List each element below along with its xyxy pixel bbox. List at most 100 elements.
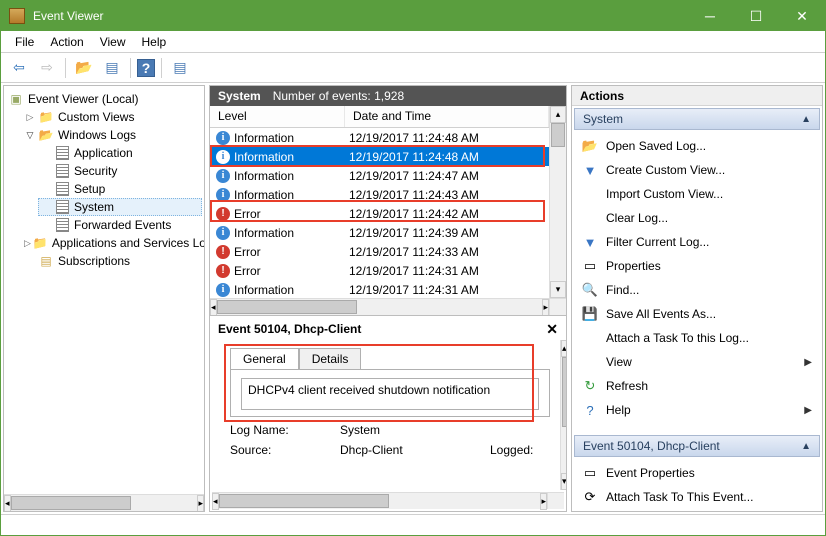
tree-apps-services[interactable]: ▷ 📁 Applications and Services Lo (22, 234, 202, 252)
event-row[interactable]: iInformation12/19/2017 11:24:31 AM (210, 280, 549, 298)
tree-root[interactable]: ▣ Event Viewer (Local) (6, 90, 202, 108)
menu-view[interactable]: View (92, 33, 134, 51)
collapse-icon[interactable]: ▽ (24, 129, 36, 141)
column-level[interactable]: Level (210, 106, 345, 127)
actions-group-label: System (583, 112, 623, 126)
actions-group-system[interactable]: System ▲ (574, 108, 820, 130)
event-row[interactable]: !Error12/19/2017 11:24:31 AM (210, 261, 549, 280)
tree-label: Applications and Services Lo (52, 236, 204, 250)
maximize-button[interactable]: ☐ (733, 1, 779, 31)
event-level: Error (234, 264, 261, 278)
actions-group-event[interactable]: Event 50104, Dhcp-Client ▲ (574, 435, 820, 457)
back-button[interactable]: ⇦ (7, 57, 31, 79)
source-label: Source: (230, 443, 340, 457)
tab-general[interactable]: General (230, 348, 299, 369)
detail-hscroll[interactable]: ◂ ▸ (212, 492, 564, 509)
event-row[interactable]: iInformation12/19/2017 11:24:48 AM (210, 128, 549, 147)
scroll-down-button[interactable]: ▾ (561, 473, 567, 490)
event-datetime: 12/19/2017 11:24:47 AM (349, 169, 549, 183)
events-columns: Level Date and Time (210, 106, 549, 128)
app-icon (9, 8, 25, 24)
chevron-up-icon: ▲ (801, 441, 811, 452)
action-icon: ↻ (582, 378, 598, 394)
action-item[interactable]: ⟳Attach Task To This Event... (574, 485, 820, 509)
action-item[interactable]: ?Help▶ (574, 398, 820, 422)
tree[interactable]: ▣ Event Viewer (Local) ▷ 📁 Custom Views … (4, 86, 204, 494)
menu-file[interactable]: File (7, 33, 42, 51)
expand-icon[interactable]: ▷ (24, 111, 36, 123)
action-item[interactable]: 🔍Find... (574, 278, 820, 302)
action-icon (582, 186, 598, 202)
event-row[interactable]: iInformation12/19/2017 11:24:47 AM (210, 166, 549, 185)
window-title: Event Viewer (33, 9, 687, 23)
status-bar (1, 515, 825, 535)
tree-label: Setup (74, 182, 105, 196)
tab-details[interactable]: Details (299, 348, 362, 369)
tree-windows-logs[interactable]: ▽ 📂 Windows Logs (22, 126, 202, 144)
minimize-button[interactable]: ─ (687, 1, 733, 31)
tree-label: Custom Views (58, 110, 134, 124)
action-icon (582, 354, 598, 370)
events-header: System Number of events: 1,928 (210, 86, 566, 106)
open-button[interactable]: 📂 (72, 57, 96, 79)
event-row[interactable]: !Error12/19/2017 11:24:42 AM (210, 204, 549, 223)
menu-help[interactable]: Help (134, 33, 175, 51)
menu-action[interactable]: Action (42, 33, 91, 51)
action-label: Create Custom View... (606, 163, 725, 177)
event-row[interactable]: iInformation12/19/2017 11:24:43 AM (210, 185, 549, 204)
folder-icon: 📁 (33, 236, 48, 250)
detail-vscroll[interactable]: ▴ ▾ (560, 340, 567, 490)
detail-close-button[interactable]: ✕ (546, 321, 558, 338)
props-button[interactable]: ▤ (100, 57, 124, 79)
action-item[interactable]: ▼Filter Current Log... (574, 230, 820, 254)
event-row[interactable]: iInformation12/19/2017 11:24:48 AM (210, 147, 549, 166)
event-datetime: 12/19/2017 11:24:48 AM (349, 150, 549, 164)
tree-subscriptions[interactable]: ▤ Subscriptions (22, 252, 202, 270)
tree-label: Security (74, 164, 117, 178)
action-item[interactable]: View▶ (574, 350, 820, 374)
event-datetime: 12/19/2017 11:24:39 AM (349, 226, 549, 240)
tree-application[interactable]: Application (38, 144, 202, 162)
scroll-right-button[interactable]: ▸ (197, 495, 204, 512)
forward-button[interactable]: ⇨ (35, 57, 59, 79)
info-icon: i (216, 188, 230, 202)
tree-system[interactable]: System (38, 198, 202, 216)
logged-label: Logged: (490, 443, 550, 457)
event-row[interactable]: !Error12/19/2017 11:24:33 AM (210, 242, 549, 261)
action-item[interactable]: Clear Log... (574, 206, 820, 230)
log-icon (54, 218, 70, 232)
event-level: Information (234, 226, 294, 240)
column-date[interactable]: Date and Time (345, 106, 549, 127)
field-source: Source: Dhcp-Client Logged: (230, 443, 550, 457)
scroll-up-button[interactable]: ▴ (550, 106, 566, 123)
events-list[interactable]: iInformation12/19/2017 11:24:48 AMiInfor… (210, 128, 549, 298)
toolbar-separator (130, 58, 131, 78)
action-item[interactable]: 💾Save All Events As... (574, 302, 820, 326)
action-item[interactable]: Import Custom View... (574, 182, 820, 206)
action-icon: ▼ (582, 234, 598, 250)
actions-header: Actions (572, 86, 822, 106)
action-label: Save All Events As... (606, 307, 716, 321)
close-button[interactable]: ✕ (779, 1, 825, 31)
action-item[interactable]: Attach a Task To this Log... (574, 326, 820, 350)
events-vscroll[interactable]: ▴ ▾ (549, 106, 566, 298)
action-item[interactable]: 📂Open Saved Log... (574, 134, 820, 158)
event-level: Information (234, 283, 294, 297)
action-item[interactable]: ↻Refresh (574, 374, 820, 398)
tree-hscroll[interactable]: ◂ ▸ (4, 494, 204, 511)
help-button[interactable]: ? (137, 59, 155, 77)
scroll-up-button[interactable]: ▴ (561, 340, 567, 357)
tree-security[interactable]: Security (38, 162, 202, 180)
tree-setup[interactable]: Setup (38, 180, 202, 198)
event-row[interactable]: iInformation12/19/2017 11:24:39 AM (210, 223, 549, 242)
action-item[interactable]: ▭Event Properties (574, 461, 820, 485)
expand-icon[interactable]: ▷ (24, 237, 31, 249)
events-hscroll[interactable]: ◂ ▸ (210, 298, 566, 315)
action-item[interactable]: ▼Create Custom View... (574, 158, 820, 182)
tree-forwarded[interactable]: Forwarded Events (38, 216, 202, 234)
tree-custom-views[interactable]: ▷ 📁 Custom Views (22, 108, 202, 126)
pane-button[interactable]: ▤ (168, 57, 192, 79)
folder-icon: 📂 (38, 128, 54, 142)
action-item[interactable]: ▭Properties (574, 254, 820, 278)
scroll-down-button[interactable]: ▾ (550, 281, 566, 298)
